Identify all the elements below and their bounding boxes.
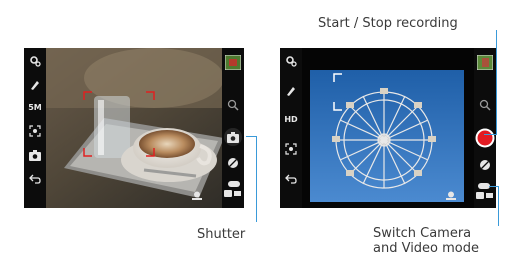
flash-icon[interactable] xyxy=(190,190,204,202)
viewfinder-video xyxy=(280,48,496,208)
callout-start-stop-label: Start / Stop recording xyxy=(318,16,458,31)
back-icon[interactable] xyxy=(283,172,299,186)
camera-video-screen: HD xyxy=(280,48,496,208)
right-toolbar xyxy=(222,48,244,208)
mode-switch-icon[interactable] xyxy=(223,180,243,200)
flash-icon[interactable] xyxy=(444,190,458,202)
camera-mode-icon[interactable] xyxy=(27,148,43,162)
mode-switch-icon[interactable] xyxy=(475,182,495,202)
settings-icon[interactable] xyxy=(27,54,43,68)
callout-shutter-line xyxy=(256,136,257,222)
settings-icon[interactable] xyxy=(283,54,299,68)
back-icon[interactable] xyxy=(27,172,43,186)
zoom-icon[interactable] xyxy=(225,98,241,112)
exposure-icon[interactable] xyxy=(477,158,493,172)
effects-icon[interactable] xyxy=(283,84,299,98)
callout-start-stop-line xyxy=(496,30,497,134)
callout-start-stop-tick xyxy=(484,134,497,135)
zoom-icon[interactable] xyxy=(477,98,493,112)
resolution-label[interactable]: 5M xyxy=(24,100,46,114)
callout-shutter-label: Shutter xyxy=(197,227,246,242)
scene-icon[interactable] xyxy=(283,142,299,156)
shutter-icon[interactable] xyxy=(224,128,242,146)
effects-icon[interactable] xyxy=(27,78,43,92)
callout-switch-line xyxy=(498,186,499,226)
callout-switch-label-2: and Video mode xyxy=(373,241,480,256)
callout-shutter-tick xyxy=(246,136,257,137)
right-toolbar xyxy=(474,48,496,208)
camera-photo-screen: 5M xyxy=(24,48,244,208)
callout-switch-tick xyxy=(489,186,499,187)
thumbnail[interactable] xyxy=(224,54,242,70)
scene-icon[interactable] xyxy=(27,124,43,138)
record-button[interactable] xyxy=(475,128,495,148)
thumbnail[interactable] xyxy=(476,54,494,70)
resolution-label[interactable]: HD xyxy=(280,112,302,126)
left-toolbar: HD xyxy=(280,48,302,208)
left-toolbar: 5M xyxy=(24,48,46,208)
callout-switch-label-1: Switch Camera xyxy=(373,226,472,241)
exposure-icon[interactable] xyxy=(225,156,241,170)
viewfinder-photo xyxy=(24,48,244,208)
